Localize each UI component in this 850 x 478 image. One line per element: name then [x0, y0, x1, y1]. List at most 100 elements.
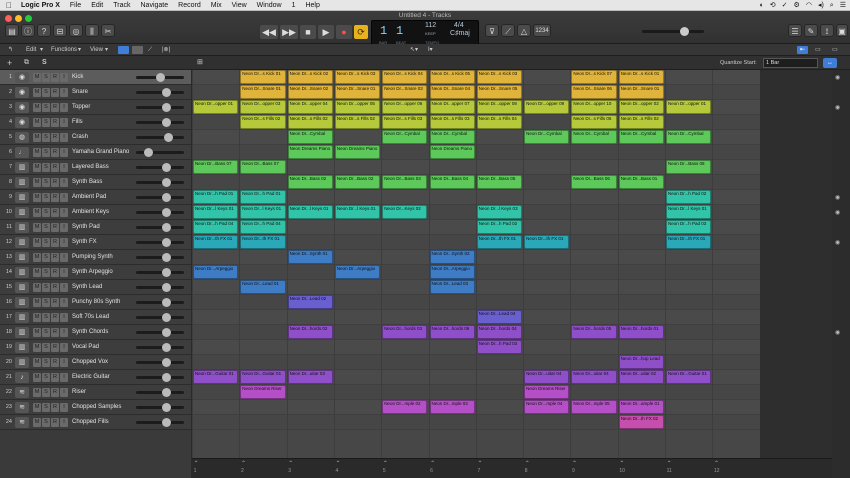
region[interactable]: Neon Dr...s Fills 03 [382, 115, 428, 129]
mute-button[interactable]: M [33, 208, 41, 217]
keyboard-icon[interactable]: ▥ [15, 192, 29, 203]
region[interactable]: Neon Dr...s Kick 01 [618, 70, 664, 84]
menu-app-name[interactable]: Logic Pro X [21, 0, 60, 11]
master-volume-slider[interactable] [642, 27, 704, 36]
mute-button[interactable]: M [33, 103, 41, 112]
visibility-icon[interactable]: ◉ [835, 330, 843, 336]
keyboard-icon[interactable]: ▥ [15, 177, 29, 188]
region[interactable]: Neon Dr...ample 01 [618, 400, 664, 414]
track-name[interactable]: Electric Guitar [72, 370, 134, 385]
region[interactable]: Neon Dr...uitar 03 [287, 370, 333, 384]
solo-button[interactable]: S [42, 193, 50, 202]
solo-button[interactable]: S [42, 118, 50, 127]
menu-record[interactable]: Record [178, 0, 201, 11]
region[interactable]: Neon Dr...Guitar 01 [666, 370, 712, 384]
visibility-icon[interactable]: ◉ [835, 195, 843, 201]
region[interactable]: Neon Dr...opper 04 [287, 100, 333, 114]
keyboard-icon[interactable]: ▥ [15, 237, 29, 248]
track-header[interactable]: 11 ▥ M S R I Synth Pad [0, 220, 191, 235]
cymbal-icon[interactable]: ◍ [15, 132, 29, 143]
library-button[interactable]: ▤ [5, 24, 19, 37]
mute-button[interactable]: M [33, 118, 41, 127]
region[interactable]: Neon Dr...Snare 06 [571, 85, 617, 99]
region[interactable]: Neon Dr...Bass 02 [287, 175, 333, 189]
region[interactable]: Neon Dr...Bass 01 [618, 175, 664, 189]
track-volume-knob[interactable] [162, 163, 171, 172]
solo-mode-icon[interactable]: S [42, 58, 47, 68]
track-volume-knob[interactable] [156, 73, 165, 82]
stop-button[interactable]: ■ [300, 25, 316, 39]
drum-icon[interactable]: ◉ [15, 102, 29, 113]
record-enable-button[interactable]: R [51, 163, 59, 172]
region[interactable]: Neon Dr...Bass 07 [193, 160, 239, 174]
record-enable-button[interactable]: R [51, 418, 59, 427]
input-monitor-button[interactable]: I [60, 373, 68, 382]
region[interactable]: Neon Dr...opper 01 [666, 100, 712, 114]
track-volume-knob[interactable] [162, 373, 171, 382]
region[interactable]: Neon Dr...uitar 04 [524, 370, 570, 384]
track-volume-fader[interactable] [136, 391, 184, 394]
list-view-button[interactable] [132, 46, 143, 54]
region[interactable]: Neon Dr...Lead 04 [476, 310, 523, 324]
region[interactable]: Neon Dr...th FX 01 [240, 235, 286, 249]
track-name[interactable]: Chopped Fills [72, 415, 134, 430]
search-icon[interactable]: ⌕ [830, 0, 834, 11]
waveform-icon[interactable]: ≋ [15, 402, 29, 413]
track-volume-knob[interactable] [162, 88, 171, 97]
region[interactable]: Neon Dr...Snare 04 [429, 85, 475, 99]
track-name[interactable]: Chopped Vox [72, 355, 134, 370]
record-enable-button[interactable]: R [51, 103, 59, 112]
input-monitor-button[interactable]: I [60, 238, 68, 247]
track-volume-fader[interactable] [136, 406, 184, 409]
visibility-icon[interactable]: ◉ [835, 75, 843, 81]
track-lane[interactable] [192, 415, 832, 430]
guitar-icon[interactable]: ♪ [15, 372, 29, 383]
region[interactable]: Neon Dr...l Keys 01 [193, 205, 239, 219]
automation-icon[interactable]: ⟋ [148, 46, 152, 54]
track-volume-knob[interactable] [162, 103, 171, 112]
region[interactable]: Neon Dr...uitar 04 [571, 370, 617, 384]
track-volume-fader[interactable] [136, 331, 184, 334]
input-monitor-button[interactable]: I [60, 328, 68, 337]
region[interactable]: Neon Dr...uitar 02 [618, 370, 664, 384]
region[interactable]: Neon Dr...h Pad 03 [476, 340, 523, 354]
track-volume-knob[interactable] [162, 193, 171, 202]
mixer-button[interactable]: ⫼ [85, 24, 99, 37]
region[interactable]: Neon Dr...s Fills 02 [287, 115, 333, 129]
input-monitor-button[interactable]: I [60, 268, 68, 277]
track-header[interactable]: 3 ◉ M S R I Topper [0, 100, 191, 115]
keyboard-icon[interactable]: ▥ [15, 162, 29, 173]
keyboard-icon[interactable]: ▥ [15, 252, 29, 263]
region[interactable]: Neon Dr...Synth 01 [287, 250, 333, 264]
input-monitor-button[interactable]: I [60, 88, 68, 97]
track-volume-fader[interactable] [136, 106, 184, 109]
input-monitor-button[interactable]: I [60, 388, 68, 397]
mute-button[interactable]: M [33, 283, 41, 292]
metronome-button[interactable]: △ [517, 24, 531, 37]
bar-marker-icon[interactable]: ⌃ [477, 460, 482, 467]
track-volume-fader[interactable] [136, 91, 184, 94]
bar-marker-icon[interactable]: ⌃ [714, 460, 719, 467]
solo-button[interactable]: S [42, 313, 50, 322]
track-header[interactable]: 8 ▥ M S R I Synth Bass [0, 175, 191, 190]
mute-button[interactable]: M [33, 298, 41, 307]
track-name[interactable]: Snare [72, 85, 134, 100]
bar-ruler[interactable]: ⌃ 1 ⌃ 2 ⌃ 3 ⌃ 4 ⌃ 5 ⌃ 6 ⌃ 7 ⌃ 8 ⌃ 9 ⌃ 10 ⌃ 11 ⌃ 12 [192, 458, 832, 478]
solo-button[interactable]: S [42, 178, 50, 187]
menu-edit[interactable]: Edit [91, 0, 103, 11]
record-enable-button[interactable]: R [51, 148, 59, 157]
track-header[interactable]: 7 ▥ M S R I Layered Bass [0, 160, 191, 175]
input-monitor-button[interactable]: I [60, 418, 68, 427]
mute-button[interactable]: M [33, 253, 41, 262]
track-header[interactable]: 16 ▥ M S R I Punchy 80s Synth [0, 295, 191, 310]
track-volume-knob[interactable] [162, 358, 171, 367]
region[interactable]: Neon Dr...Snare 01 [618, 85, 664, 99]
input-monitor-button[interactable]: I [60, 133, 68, 142]
region[interactable]: Neon Dr...hop Lead [618, 355, 664, 369]
track-name[interactable]: Synth Bass [72, 175, 134, 190]
region[interactable]: Neon Dr...s Kick 04 [382, 70, 428, 84]
record-enable-button[interactable]: R [51, 388, 59, 397]
region[interactable]: Neon Dr...Synth 02 [429, 250, 475, 264]
mute-button[interactable]: M [33, 238, 41, 247]
region[interactable]: Neon Dr...Cymbal [571, 130, 617, 144]
